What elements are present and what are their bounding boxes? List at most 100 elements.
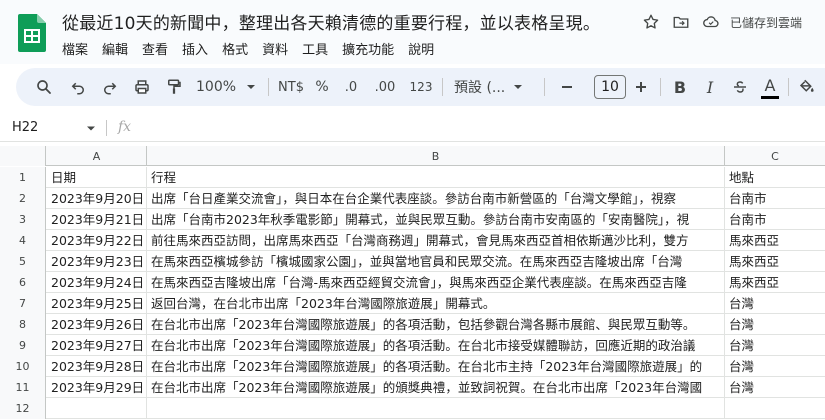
cell-schedule[interactable]: 在馬來西亞吉隆坡出席「台灣-馬來西亞經貿交流會」，與馬來西亞企業代表座談。在馬來… [147,272,725,293]
menu-edit[interactable]: 編輯 [102,39,136,58]
move-to-folder-icon[interactable] [666,10,696,34]
menu-insert[interactable]: 插入 [182,39,216,58]
cell-location[interactable]: 台灣 [725,335,825,356]
print-icon[interactable] [128,68,156,106]
row-header[interactable]: 5 [0,251,46,272]
cell-date[interactable]: 2023年9月28日 [47,356,147,377]
font-name: 預設 (... [454,80,506,96]
cell-location[interactable]: 台灣 [725,314,825,335]
cell-location[interactable] [725,398,825,419]
cell-date[interactable] [47,398,147,419]
paint-format-icon[interactable] [160,68,188,106]
cell-location[interactable]: 台灣 [725,377,825,398]
cell-date[interactable]: 2023年9月22日 [47,230,147,251]
column-header-a[interactable]: A [47,146,147,166]
row-header[interactable]: 7 [0,293,46,314]
cell-date[interactable]: 2023年9月29日 [47,377,147,398]
row-header[interactable]: 6 [0,272,46,293]
cell-schedule[interactable]: 在台北市出席「2023年台灣國際旅遊展」的各項活動。在台北市主持「2023年台灣… [147,356,725,377]
increase-font-size-button[interactable] [628,68,654,106]
cell-schedule[interactable]: 前往馬來西亞訪問，出席馬來西亞「台灣商務週」開幕式，會見馬來西亞首相依斯邁沙比利… [147,230,725,251]
menu-view[interactable]: 查看 [142,39,176,58]
percent-format-button[interactable]: % [312,68,332,106]
table-row: 2 2023年9月20日 出席「台日產業交流會」，與日本在台企業代表座談。參訪台南市… [0,188,825,209]
row-header[interactable]: 10 [0,356,46,377]
row-header[interactable]: 9 [0,335,46,356]
cell-schedule[interactable]: 在馬來西亞檳城參訪「檳城國家公園」，並與當地官員和民眾交流。在馬來西亞吉隆坡出席… [147,251,725,272]
cell-date[interactable]: 2023年9月25日 [47,293,147,314]
cell-location[interactable]: 台灣 [725,293,825,314]
cell-schedule[interactable] [147,398,725,419]
row-header[interactable]: 1 [0,167,46,188]
cell-date[interactable]: 2023年9月27日 [47,335,147,356]
column-header-b[interactable]: B [147,146,725,166]
cell-location[interactable]: 馬來西亞 [725,230,825,251]
cell-location[interactable]: 馬來西亞 [725,272,825,293]
row-header[interactable]: 11 [0,377,46,398]
menu-bar: 檔案 編輯 查看 插入 格式 資料 工具 擴充功能 說明 [62,39,448,58]
font-size-input[interactable]: 10 [594,75,626,99]
cell-location[interactable]: 台灣 [725,356,825,377]
cell-location[interactable]: 地點 [725,167,825,188]
cell-schedule[interactable]: 出席「台南市2023年秋季電影節」開幕式，並與民眾互動。參訪台南市安南區的「安南… [147,209,725,230]
row-header[interactable]: 4 [0,230,46,251]
undo-icon[interactable] [64,68,92,106]
row-header[interactable]: 3 [0,209,46,230]
menu-help[interactable]: 說明 [408,39,442,58]
document-title[interactable]: 從最近10天的新聞中，整理出各天賴清德的重要行程，並以表格呈現。 [62,9,600,34]
cell-date[interactable]: 2023年9月21日 [47,209,147,230]
cell-location[interactable]: 馬來西亞 [725,251,825,272]
cloud-saved-icon[interactable] [696,10,726,34]
decrease-decimal-button[interactable]: .0 [338,68,364,106]
italic-button[interactable]: I [698,68,722,106]
cell-date[interactable]: 2023年9月23日 [47,251,147,272]
row-header[interactable]: 2 [0,188,46,209]
menu-file[interactable]: 檔案 [62,39,96,58]
fill-color-icon[interactable] [794,68,820,106]
chevron-down-icon [514,85,523,89]
strikethrough-icon[interactable] [728,68,752,106]
menu-data[interactable]: 資料 [262,39,296,58]
cell-date[interactable]: 日期 [47,167,147,188]
cell-location[interactable]: 台南市 [725,188,825,209]
row-header[interactable]: 12 [0,398,46,419]
redo-icon[interactable] [96,68,124,106]
name-box[interactable]: H22 [12,120,38,135]
formula-bar: H22 fx [0,114,825,142]
cell-schedule[interactable]: 在台北市出席「2023年台灣國際旅遊展」的頒獎典禮，並致詞祝賀。在台北市出席「2… [147,377,725,398]
cell-date[interactable]: 2023年9月20日 [47,188,147,209]
star-icon[interactable] [636,10,666,34]
bold-button[interactable]: B [668,68,692,106]
cell-location[interactable]: 台南市 [725,209,825,230]
sheets-logo-icon[interactable] [18,14,46,52]
text-color-button[interactable]: A [758,68,782,106]
minus-icon [562,86,572,88]
font-select[interactable]: 預設 (... [454,68,536,106]
column-header-c[interactable]: C [725,146,825,166]
decrease-font-size-button[interactable] [554,68,580,106]
chevron-down-icon[interactable] [86,125,96,133]
table-row: 9 2023年9月27日 在台北市出席「2023年台灣國際旅遊展」的各項活動。在台北… [0,335,825,356]
cell-schedule[interactable]: 行程 [147,167,725,188]
increase-decimal-button[interactable]: .00 [370,68,400,106]
cell-schedule[interactable]: 在台北市出席「2023年台灣國際旅遊展」的各項活動，包括參觀台灣各縣市展館、與民… [147,314,725,335]
more-formats-button[interactable]: 123 [408,68,434,106]
cell-schedule[interactable]: 在台北市出席「2023年台灣國際旅遊展」的各項活動。在台北市接受媒體聯訪，回應近… [147,335,725,356]
row-header[interactable]: 8 [0,314,46,335]
table-row: 5 2023年9月23日 在馬來西亞檳城參訪「檳城國家公園」，並與當地官員和民眾交流… [0,251,825,272]
table-row: 12 [0,398,825,419]
currency-format-button[interactable]: NT$ [276,68,306,106]
cell-schedule[interactable]: 出席「台日產業交流會」，與日本在台企業代表座談。參訪台南市新營區的「台灣文學館」… [147,188,725,209]
search-menus-icon[interactable] [30,68,58,106]
cell-date[interactable]: 2023年9月26日 [47,314,147,335]
menu-extensions[interactable]: 擴充功能 [342,39,402,58]
menu-format[interactable]: 格式 [222,39,256,58]
select-all-corner[interactable] [0,146,46,166]
text-color-letter: A [764,75,776,95]
menu-tools[interactable]: 工具 [302,39,336,58]
zoom-select[interactable]: 100% [196,68,258,106]
cell-date[interactable]: 2023年9月24日 [47,272,147,293]
table-row: 11 2023年9月29日 在台北市出席「2023年台灣國際旅遊展」的頒獎典禮，並致… [0,377,825,398]
cell-schedule[interactable]: 返回台灣，在台北市出席「2023年台灣國際旅遊展」開幕式。 [147,293,725,314]
plus-icon [636,82,646,92]
